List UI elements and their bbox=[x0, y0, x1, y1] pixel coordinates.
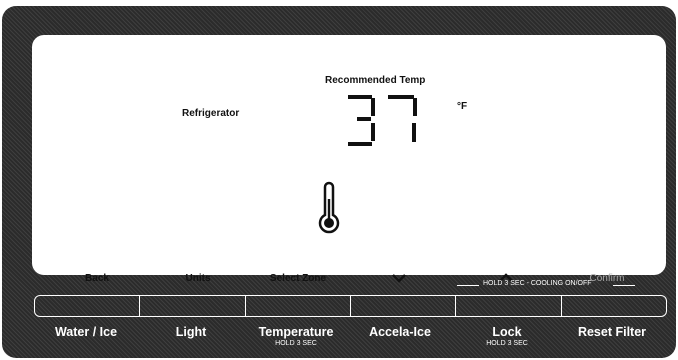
water-ice-key[interactable] bbox=[35, 296, 141, 316]
lock-hold-hint: HOLD 3 SEC bbox=[486, 340, 528, 347]
temperature-hold-hint: HOLD 3 SEC bbox=[275, 340, 317, 347]
lock-button[interactable]: Lock HOLD 3 SEC bbox=[486, 325, 528, 348]
digit-7 bbox=[388, 95, 417, 142]
hold-bracket-left bbox=[457, 285, 479, 286]
units-button[interactable]: Units bbox=[186, 273, 211, 284]
reset-filter-key[interactable] bbox=[562, 296, 666, 316]
back-button[interactable]: Back bbox=[85, 273, 109, 284]
reset-filter-label: Reset Filter bbox=[577, 325, 647, 339]
unit-label: °F bbox=[457, 101, 468, 112]
light-key[interactable] bbox=[140, 296, 246, 316]
lock-label: Lock bbox=[492, 325, 522, 339]
thermometer-icon bbox=[318, 181, 340, 234]
temperature-key[interactable] bbox=[246, 296, 351, 316]
control-panel: Recommended Temp Refrigerator 37 °F Back… bbox=[2, 6, 676, 358]
lock-key[interactable] bbox=[456, 296, 562, 316]
digit-3 bbox=[348, 95, 375, 146]
temperature-label: Temperature bbox=[258, 325, 334, 339]
light-label: Light bbox=[175, 325, 207, 339]
temperature-button[interactable]: Temperature HOLD 3 SEC bbox=[259, 325, 334, 348]
accela-ice-key[interactable] bbox=[351, 296, 457, 316]
chevron-down-icon[interactable] bbox=[391, 273, 407, 283]
accela-ice-button[interactable]: Accela-Ice bbox=[369, 325, 431, 339]
accela-ice-label: Accela-Ice bbox=[369, 325, 431, 339]
recommended-temp-label: Recommended Temp bbox=[325, 75, 426, 86]
hold-bracket-right bbox=[613, 285, 635, 286]
water-ice-button[interactable]: Water / Ice bbox=[55, 325, 117, 339]
water-ice-label: Water / Ice bbox=[54, 325, 118, 339]
temperature-value: 37 bbox=[384, 124, 386, 126]
light-button[interactable]: Light bbox=[176, 325, 207, 339]
display-screen: Recommended Temp Refrigerator 37 °F Back… bbox=[32, 35, 666, 284]
select-zone-button[interactable]: Select Zone bbox=[270, 273, 326, 284]
reset-filter-button[interactable]: Reset Filter bbox=[578, 325, 646, 339]
cooling-hold-banner: HOLD 3 SEC - COOLING ON/OFF bbox=[483, 280, 592, 287]
button-strip bbox=[34, 295, 667, 317]
zone-label: Refrigerator bbox=[182, 108, 240, 119]
confirm-button[interactable]: Confirm bbox=[589, 273, 624, 284]
temperature-readout: 37 bbox=[348, 95, 417, 146]
